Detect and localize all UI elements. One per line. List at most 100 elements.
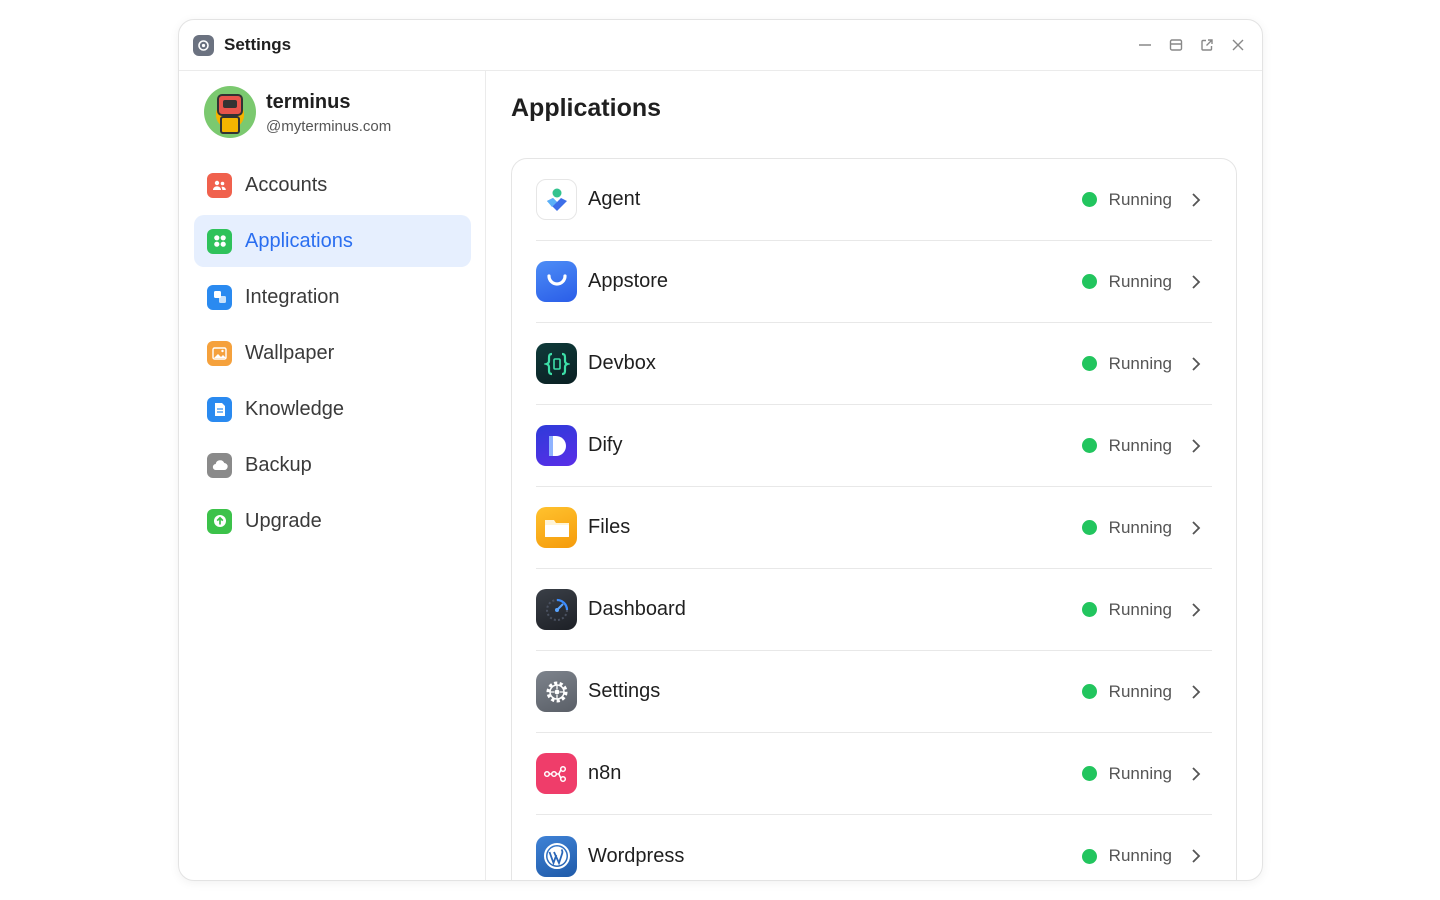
- n8n-workflow-icon: [536, 753, 577, 794]
- app-name: Dify: [588, 434, 623, 456]
- chevron-right-icon: [1188, 684, 1204, 700]
- sidebar-item-wallpaper[interactable]: Wallpaper: [194, 327, 471, 379]
- chevron-right-icon: [1188, 438, 1204, 454]
- app-name: Settings: [588, 680, 661, 702]
- status-text: Running: [1108, 846, 1172, 865]
- window-title: Settings: [224, 35, 292, 54]
- app-name: Wordpress: [588, 844, 685, 867]
- status-indicator: Running: [1081, 599, 1172, 620]
- status-indicator: Running: [1081, 271, 1172, 292]
- sidebar-item-label: Knowledge: [245, 397, 344, 420]
- sidebar: terminus @myterminus.com Accounts Applic…: [179, 71, 486, 880]
- upgrade-arrow-icon: [207, 508, 232, 534]
- appstore-bag-icon: [536, 261, 577, 302]
- sidebar-nav: Accounts Applications Integration Wallpa…: [194, 159, 471, 551]
- chevron-right-icon: [1188, 766, 1204, 782]
- status-dot: [1081, 520, 1097, 535]
- app-row-dashboard[interactable]: Dashboard Running: [536, 569, 1212, 651]
- settings-app-icon: [193, 34, 214, 56]
- sidebar-item-label: Applications: [245, 229, 353, 252]
- title-bar: Settings: [179, 20, 1262, 71]
- minimize-icon[interactable]: [1135, 35, 1155, 55]
- apps-grid-icon: [207, 228, 232, 254]
- close-icon[interactable]: [1228, 35, 1248, 55]
- status-dot: [1081, 684, 1097, 699]
- app-row-files[interactable]: Files Running: [536, 487, 1212, 569]
- status-text: Running: [1108, 517, 1172, 537]
- dify-icon: [536, 425, 577, 466]
- main-content: Applications Agent Running Appstore Runn…: [486, 71, 1262, 880]
- status-indicator: Running: [1081, 681, 1172, 702]
- wordpress-icon: [536, 835, 577, 877]
- sidebar-item-knowledge[interactable]: Knowledge: [194, 383, 471, 435]
- status-indicator: Running: [1081, 189, 1172, 210]
- status-indicator: Running: [1081, 517, 1172, 538]
- profile-name: terminus: [266, 90, 351, 113]
- users-icon: [207, 172, 232, 198]
- status-indicator: Running: [1081, 846, 1172, 866]
- app-name: Agent: [588, 188, 641, 210]
- status-text: Running: [1108, 271, 1172, 291]
- open-external-icon[interactable]: [1197, 35, 1217, 55]
- chevron-right-icon: [1188, 274, 1204, 290]
- sidebar-item-accounts[interactable]: Accounts: [194, 159, 471, 211]
- image-icon: [207, 340, 232, 366]
- app-row-devbox[interactable]: Devbox Running: [536, 323, 1212, 405]
- status-text: Running: [1108, 435, 1172, 455]
- agent-icon: [536, 179, 577, 220]
- page-title: Applications: [511, 94, 662, 122]
- chevron-right-icon: [1188, 520, 1204, 536]
- status-indicator: Running: [1081, 763, 1172, 784]
- app-row-wordpress[interactable]: Wordpress Running: [536, 815, 1212, 880]
- sidebar-item-label: Accounts: [245, 173, 328, 196]
- app-name: Files: [588, 516, 631, 538]
- app-row-settings[interactable]: Settings Running: [536, 651, 1212, 733]
- status-dot: [1081, 602, 1097, 617]
- status-dot: [1081, 438, 1097, 453]
- app-name: Dashboard: [588, 598, 686, 620]
- maximize-icon[interactable]: [1166, 35, 1186, 55]
- speedometer-icon: [536, 589, 577, 630]
- status-dot: [1081, 848, 1097, 864]
- status-indicator: Running: [1081, 435, 1172, 456]
- status-text: Running: [1108, 763, 1172, 783]
- sidebar-item-label: Wallpaper: [245, 341, 335, 364]
- app-row-agent[interactable]: Agent Running: [536, 159, 1212, 241]
- folder-icon: [536, 507, 577, 548]
- status-text: Running: [1108, 189, 1172, 209]
- app-row-appstore[interactable]: Appstore Running: [536, 241, 1212, 323]
- sidebar-item-label: Integration: [245, 285, 340, 308]
- status-dot: [1081, 274, 1097, 289]
- integration-icon: [207, 284, 232, 310]
- status-text: Running: [1108, 599, 1172, 619]
- sidebar-item-label: Upgrade: [245, 509, 322, 532]
- app-name: Appstore: [588, 270, 669, 292]
- sidebar-item-upgrade[interactable]: Upgrade: [194, 495, 471, 547]
- cloud-icon: [207, 452, 232, 478]
- sidebar-item-integration[interactable]: Integration: [194, 271, 471, 323]
- devbox-braces-icon: [536, 343, 577, 384]
- avatar: [204, 86, 256, 138]
- status-dot: [1081, 192, 1097, 207]
- sidebar-item-backup[interactable]: Backup: [194, 439, 471, 491]
- status-dot: [1081, 766, 1097, 781]
- app-row-dify[interactable]: Dify Running: [536, 405, 1212, 487]
- document-icon: [207, 396, 232, 422]
- sidebar-item-applications[interactable]: Applications: [194, 215, 471, 267]
- user-profile[interactable]: terminus @myterminus.com: [204, 86, 391, 138]
- app-row-n8n[interactable]: n8n Running: [536, 733, 1212, 815]
- sidebar-item-label: Backup: [245, 453, 312, 476]
- app-name: n8n: [588, 762, 622, 784]
- status-dot: [1081, 356, 1097, 371]
- status-indicator: Running: [1081, 353, 1172, 374]
- chevron-right-icon: [1188, 602, 1204, 618]
- profile-domain: @myterminus.com: [266, 117, 392, 135]
- gear-icon: [536, 671, 577, 712]
- chevron-right-icon: [1188, 848, 1204, 864]
- chevron-right-icon: [1188, 192, 1204, 208]
- settings-window: Settings terminus @myterminus.com Accoun…: [178, 19, 1263, 881]
- status-text: Running: [1108, 353, 1172, 373]
- app-name: Devbox: [588, 352, 656, 374]
- status-text: Running: [1108, 681, 1172, 701]
- application-list: Agent Running Appstore Running Devbox Ru…: [511, 158, 1237, 880]
